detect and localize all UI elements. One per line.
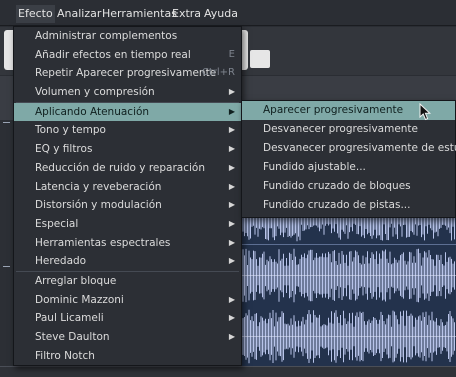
menu-item-especial[interactable]: Especial ▶ <box>14 215 241 234</box>
menu-item-heredado[interactable]: Heredado ▶ <box>14 252 241 271</box>
menu-item-label: Fundido cruzado de bloques <box>263 180 411 192</box>
menu-item-label: Filtro Notch <box>35 349 95 362</box>
menu-item-label: Volumen y compresión <box>35 86 155 99</box>
chevron-right-icon: ▶ <box>228 162 235 172</box>
chevron-right-icon: ▶ <box>228 200 235 210</box>
menu-item-eq-filtros[interactable]: EQ y filtros ▶ <box>14 140 241 159</box>
shortcut-label: Ctrl+R <box>201 67 235 79</box>
menu-item-label: Fundido cruzado de pistas... <box>263 199 411 211</box>
menu-analizar[interactable]: Analizar <box>55 5 103 23</box>
chevron-right-icon: ▶ <box>228 125 235 135</box>
menu-item-reduccion-ruido[interactable]: Reducción de ruido y reparación ▶ <box>14 159 241 178</box>
menu-efecto[interactable]: Efecto <box>16 5 55 23</box>
menu-item-label: Especial <box>35 217 79 230</box>
menu-item-label: Añadir efectos en tiempo real <box>35 48 191 61</box>
menu-item-label: Repetir Aparecer progresivamente <box>35 67 217 80</box>
menu-item-label: Desvanecer progresivamente de estudio <box>263 142 456 154</box>
menu-item-label: Heredado <box>35 255 87 268</box>
chevron-right-icon: ▶ <box>228 87 235 97</box>
effect-menu: Administrar complementos Añadir efectos … <box>13 26 242 366</box>
menu-item-label: Desvanecer progresivamente <box>263 123 419 135</box>
menu-item-label: Aparecer progresivamente <box>263 104 404 116</box>
submenu-item-fundido-cruzado-pistas[interactable]: Fundido cruzado de pistas... <box>242 196 455 215</box>
chevron-right-icon: ▶ <box>228 294 235 304</box>
menu-item-herramientas-espectrales[interactable]: Herramientas espectrales ▶ <box>14 234 241 253</box>
menu-item-aplicando-atenuacion[interactable]: Aplicando Atenuación ▶ <box>14 102 241 122</box>
menu-herramientas[interactable]: Herramientas <box>100 5 179 23</box>
menu-item-paul-licameli[interactable]: Paul Licameli ▶ <box>14 309 241 328</box>
menu-item-filtro-notch[interactable]: Filtro Notch <box>14 347 241 366</box>
menu-item-label: Dominic Mazzoni <box>35 293 124 306</box>
chevron-right-icon: ▶ <box>228 332 235 341</box>
horizontal-scrollbar[interactable] <box>0 366 456 377</box>
menu-item-label: Herramientas espectrales <box>35 236 171 249</box>
submenu-item-desvanecer-estudio[interactable]: Desvanecer progresivamente de estudio <box>242 139 456 158</box>
menubar: Efecto Analizar Herramientas Extra Ayuda <box>0 0 456 26</box>
menu-extra[interactable]: Extra <box>170 5 203 23</box>
track-divider <box>3 266 10 267</box>
chevron-right-icon: ▶ <box>228 237 235 247</box>
mouse-cursor-icon <box>419 103 432 121</box>
menu-item-latencia-reveberacion[interactable]: Latencia y reveberación ▶ <box>14 178 241 197</box>
menu-item-label: Latencia y reveberación <box>35 180 162 193</box>
chevron-right-icon: ▶ <box>228 106 235 116</box>
menu-item-label: Fundido ajustable... <box>263 161 366 173</box>
submenu-item-fundido-cruzado-bloques[interactable]: Fundido cruzado de bloques <box>242 177 455 196</box>
menu-item-label: Tono y tempo <box>35 124 106 137</box>
menu-item-steve-daulton[interactable]: Steve Daulton ▶ <box>14 328 241 347</box>
menu-item-label: Reducción de ruido y reparación <box>35 161 205 174</box>
menu-item-dominic-mazzoni[interactable]: Dominic Mazzoni ▶ <box>14 291 241 310</box>
menu-item-label: EQ y filtros <box>35 143 93 156</box>
toolbar-button[interactable] <box>250 50 270 68</box>
menu-item-label: Arreglar bloque <box>35 274 117 287</box>
chevron-right-icon: ▶ <box>228 144 235 154</box>
submenu-item-fundido-ajustable[interactable]: Fundido ajustable... <box>242 158 455 177</box>
menu-item-label: Distorsión y modulación <box>35 199 162 212</box>
menu-ayuda[interactable]: Ayuda <box>202 5 240 23</box>
menu-item-label: Steve Daulton <box>35 331 110 343</box>
menu-item-tono-tempo[interactable]: Tono y tempo ▶ <box>14 121 241 140</box>
submenu-item-desvanecer-progresivamente[interactable]: Desvanecer progresivamente <box>242 120 455 139</box>
menu-item-label: Paul Licameli <box>35 312 104 325</box>
chevron-right-icon: ▶ <box>228 181 235 191</box>
track-control-panel <box>0 120 13 366</box>
menu-item-distorsion-modulacion[interactable]: Distorsión y modulación ▶ <box>14 196 241 215</box>
chevron-right-icon: ▶ <box>228 256 235 266</box>
menu-item-administrar-complementos[interactable]: Administrar complementos <box>14 27 241 46</box>
menu-item-volumen-compresion[interactable]: Volumen y compresión ▶ <box>14 83 241 102</box>
chevron-right-icon: ▶ <box>228 313 235 323</box>
chevron-right-icon: ▶ <box>228 218 235 228</box>
track-divider <box>3 122 10 123</box>
shortcut-label: E <box>228 48 235 60</box>
menu-item-anadir-efectos-tiempo-real[interactable]: Añadir efectos en tiempo real E <box>14 46 241 65</box>
menu-item-label: Aplicando Atenuación <box>35 105 150 118</box>
menu-item-repetir[interactable]: Repetir Aparecer progresivamente Ctrl+R <box>14 64 241 83</box>
menu-item-label: Administrar complementos <box>35 30 178 42</box>
menu-item-arreglar-bloque[interactable]: Arreglar bloque <box>14 272 241 291</box>
